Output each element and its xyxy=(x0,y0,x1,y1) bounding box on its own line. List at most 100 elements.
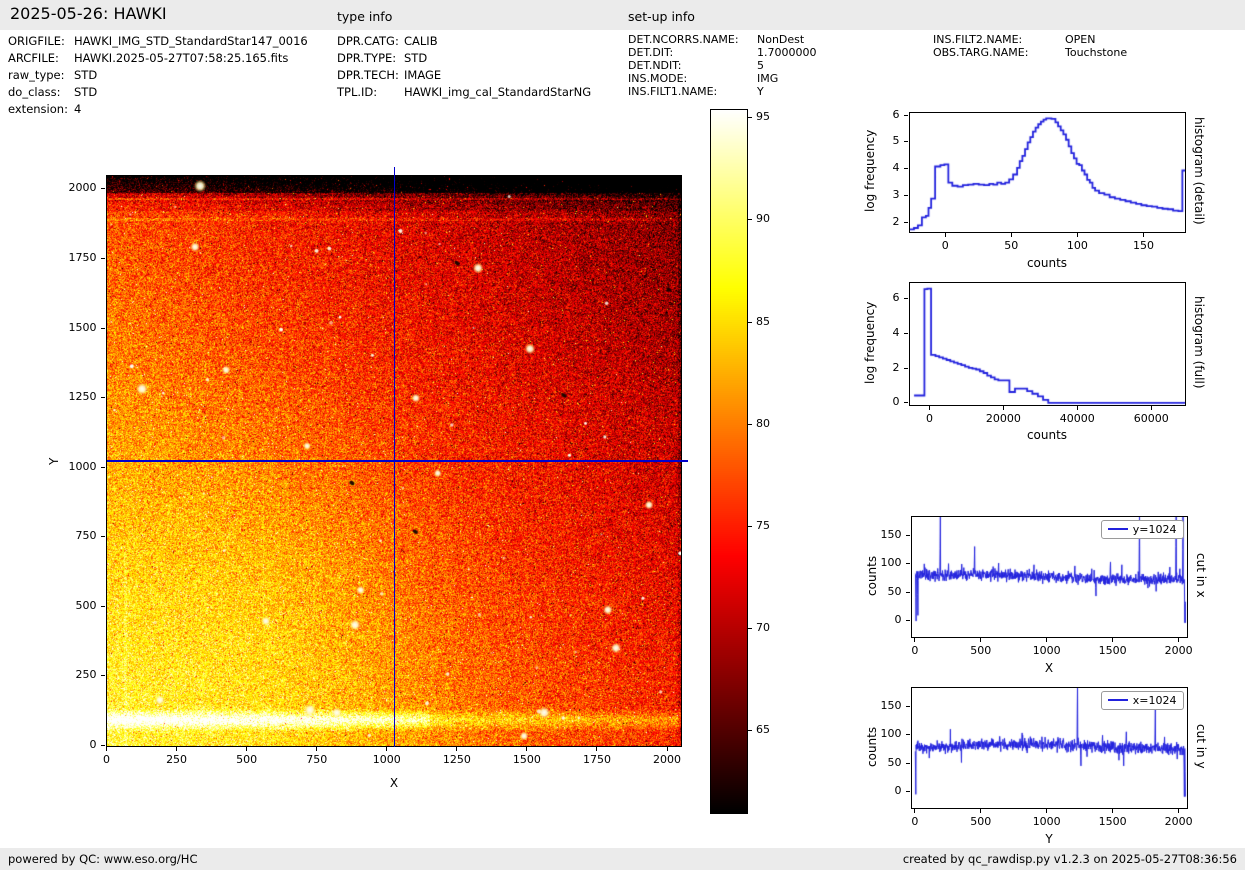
setup-info-label: DET.NDIT: xyxy=(628,59,682,72)
histogram-detail-right-label: histogram (detail) xyxy=(1191,104,1207,238)
colorbar-tick-mark xyxy=(747,322,752,323)
x-tick-label: 50 xyxy=(983,240,1039,252)
x-tick-mark xyxy=(929,406,930,410)
setup-info-label: INS.MODE: xyxy=(628,72,687,85)
histogram-full-canvas xyxy=(910,283,1185,405)
setup-info-value: NonDest xyxy=(757,33,804,46)
cut-in-y-xlabel: Y xyxy=(910,832,1188,846)
y-tick-mark xyxy=(906,734,910,735)
x-tick-label: 1250 xyxy=(429,754,485,766)
type-info-value: STD xyxy=(404,51,427,65)
y-tick-mark xyxy=(101,188,105,189)
histogram-detail-canvas xyxy=(910,113,1185,232)
y-tick-mark xyxy=(906,706,910,707)
type-info-value: IMAGE xyxy=(404,68,441,82)
x-tick-mark xyxy=(1077,406,1078,410)
x-tick-mark xyxy=(316,747,317,751)
footer-created-by: created by qc_rawdisp.py v1.2.3 on 2025-… xyxy=(903,852,1237,866)
colorbar-tick-mark xyxy=(747,117,752,118)
y-tick-mark xyxy=(904,141,908,142)
colorbar-tick-mark xyxy=(747,424,752,425)
type-info-label: DPR.CATG: xyxy=(337,34,399,48)
setup-info-value: Touchstone xyxy=(1065,46,1127,59)
setup-info-label: OBS.TARG.NAME: xyxy=(933,46,1028,59)
file-info-value: STD xyxy=(74,68,97,82)
footer-powered-by: powered by QC: www.eso.org/HC xyxy=(8,852,197,866)
x-tick-label: 20000 xyxy=(975,413,1031,425)
y-tick-mark xyxy=(904,402,908,403)
x-tick-label: 2000 xyxy=(1151,816,1207,828)
x-tick-mark xyxy=(386,747,387,751)
cut-in-y-right-label: cut in y xyxy=(1193,690,1209,803)
y-tick-mark xyxy=(101,467,105,468)
legend-line-swatch xyxy=(1108,528,1128,530)
histogram-detail-ylabel: log frequency xyxy=(862,108,878,234)
y-tick-mark xyxy=(101,675,105,676)
qc-rawdisp-page: { "header": { "title": "2025-05-26: HAWK… xyxy=(0,0,1245,870)
y-tick-mark xyxy=(904,168,908,169)
setup-info-value: Y xyxy=(757,85,764,98)
footer-bar: powered by QC: www.eso.org/HC created by… xyxy=(0,848,1245,870)
colorbar-tick-label: 95 xyxy=(756,111,786,123)
x-tick-mark xyxy=(1178,809,1179,813)
x-tick-mark xyxy=(176,747,177,751)
y-tick-mark xyxy=(906,620,910,621)
type-info-value: CALIB xyxy=(404,34,438,48)
main-ylabel: Y xyxy=(46,176,62,746)
y-tick-mark xyxy=(101,328,105,329)
x-tick-mark xyxy=(667,747,668,751)
y-tick-mark xyxy=(904,115,908,116)
histogram-full-ylabel: log frequency xyxy=(862,279,878,406)
setup-info-value: 5 xyxy=(757,59,764,72)
x-tick-label: 2000 xyxy=(639,754,695,766)
header-bar: 2025-05-26: HAWKI type info set-up info xyxy=(0,0,1245,30)
cut-in-x-plot: y=1024 0500100015002000050100150 xyxy=(911,516,1188,638)
setup-info-value: 1.7000000 xyxy=(757,46,817,59)
y-tick-mark xyxy=(904,222,908,223)
cut-in-x-xlabel: X xyxy=(910,661,1188,675)
x-tick-mark xyxy=(246,747,247,751)
file-info-value: HAWKI_IMG_STD_StandardStar147_0016 xyxy=(74,34,308,48)
colorbar-tick-label: 75 xyxy=(756,520,786,532)
x-tick-mark xyxy=(1151,406,1152,410)
y-tick-mark xyxy=(906,791,910,792)
cut-in-x-legend: y=1024 xyxy=(1101,520,1184,539)
colorbar-tick-label: 70 xyxy=(756,622,786,634)
x-tick-label: 150 xyxy=(1116,240,1172,252)
type-info-value: HAWKI_img_cal_StandardStarNG xyxy=(404,85,591,99)
histogram-full-xlabel: counts xyxy=(908,428,1186,442)
x-tick-mark xyxy=(1143,233,1144,237)
file-info-value: HAWKI.2025-05-27T07:58:25.165.fits xyxy=(74,51,288,65)
x-tick-label: 100 xyxy=(1049,240,1105,252)
cut-in-x-legend-label: y=1024 xyxy=(1133,523,1177,536)
x-tick-mark xyxy=(106,747,107,751)
type-info-label: DPR.TYPE: xyxy=(337,51,396,65)
file-info-label: extension: xyxy=(8,102,68,116)
type-info-label: TPL.ID: xyxy=(337,85,377,99)
x-tick-label: 2000 xyxy=(1151,645,1207,657)
x-tick-label: 0 xyxy=(887,816,943,828)
histogram-detail-plot: 05010015023456 xyxy=(909,112,1186,233)
y-tick-mark xyxy=(101,745,105,746)
x-tick-mark xyxy=(1011,233,1012,237)
page-title: 2025-05-26: HAWKI xyxy=(10,4,167,23)
colorbar-tick-label: 65 xyxy=(756,724,786,736)
type-info-header: type info xyxy=(337,9,392,24)
y-tick-mark xyxy=(906,763,910,764)
file-info-label: ARCFILE: xyxy=(8,51,59,65)
colorbar-tick-mark xyxy=(747,219,752,220)
y-tick-mark xyxy=(904,195,908,196)
x-tick-mark xyxy=(1178,638,1179,642)
x-tick-label: 40000 xyxy=(1049,413,1105,425)
main-xlabel: X xyxy=(105,776,683,790)
legend-line-swatch xyxy=(1108,699,1128,701)
cut-in-y-legend-label: x=1024 xyxy=(1133,694,1177,707)
cut-in-x-ylabel: counts xyxy=(864,514,880,637)
x-tick-mark xyxy=(1112,809,1113,813)
x-tick-mark xyxy=(596,747,597,751)
y-tick-mark xyxy=(906,535,910,536)
x-tick-mark xyxy=(1046,638,1047,642)
y-tick-mark xyxy=(904,298,908,299)
x-tick-label: 0 xyxy=(887,645,943,657)
colorbar-tick-label: 90 xyxy=(756,213,786,225)
